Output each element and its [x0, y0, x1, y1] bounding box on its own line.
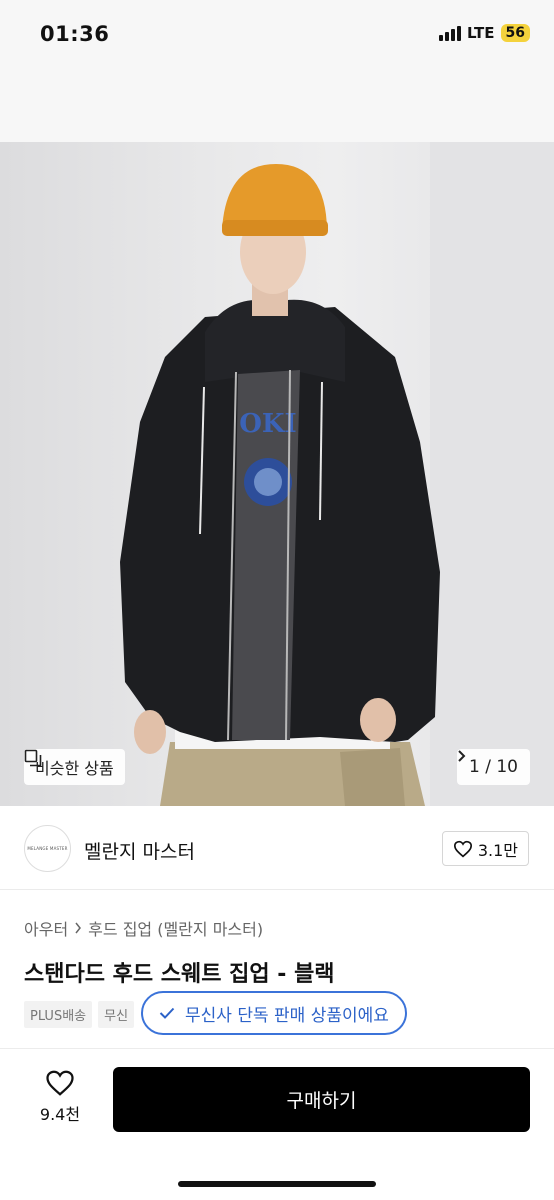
- status-indicators: LTE 56: [438, 24, 530, 42]
- similar-products-label: 비슷한 상품: [35, 759, 114, 778]
- brand-logo-text: MELANGE MASTER: [27, 846, 68, 851]
- breadcrumb-subcategory[interactable]: 후드 집업 (멜란지 마스터): [88, 916, 263, 940]
- product-image-carousel[interactable]: OKI 비슷한 상품 1 / 10: [0, 142, 554, 806]
- similar-products-button[interactable]: 비슷한 상품: [24, 749, 125, 785]
- home-indicator: [178, 1181, 376, 1187]
- product-title: 스탠다드 후드 스웨트 집업 - 블랙: [24, 962, 335, 987]
- status-bar: 01:36 LTE 56: [0, 0, 554, 70]
- buy-button[interactable]: 구매하기: [113, 1067, 530, 1132]
- check-icon: [159, 1007, 175, 1019]
- wishlist-count: 9.4천: [39, 1105, 81, 1124]
- page-indicator-text: 1 / 10: [469, 757, 518, 777]
- breadcrumb-category[interactable]: 아우터: [24, 916, 68, 940]
- shirt-print-text: OKI: [239, 409, 296, 439]
- chevron-right-icon: [458, 750, 466, 762]
- heart-icon: [453, 840, 472, 857]
- image-page-indicator[interactable]: 1 / 10: [457, 749, 530, 785]
- chevron-right-icon: [75, 922, 82, 934]
- network-type: LTE: [466, 24, 495, 42]
- header-area: [0, 70, 554, 142]
- tag-musinsa: 무신: [98, 1001, 135, 1028]
- product-photo: OKI: [120, 142, 554, 806]
- tag-plus-delivery: PLUS배송: [24, 1001, 93, 1028]
- brand-like-button[interactable]: 3.1만: [441, 831, 529, 866]
- brand-logo[interactable]: MELANGE MASTER: [24, 825, 71, 872]
- brand-name[interactable]: 멜란지 마스터: [84, 837, 195, 864]
- exclusive-label: 무신사 단독 판매 상품이에요: [185, 1005, 389, 1026]
- copy-icon: [24, 749, 42, 767]
- wishlist-button[interactable]: 9.4천: [30, 1069, 90, 1125]
- brand-like-count: 3.1만: [477, 840, 518, 860]
- exclusive-badge: 무신사 단독 판매 상품이에요: [141, 991, 407, 1035]
- bottom-action-bar: 9.4천 구매하기: [0, 1048, 554, 1200]
- battery-level: 56: [500, 24, 530, 42]
- signal-icon: [438, 25, 461, 41]
- status-time: 01:36: [40, 22, 110, 46]
- breadcrumb: 아우터 후드 집업 (멜란지 마스터): [24, 916, 263, 940]
- brand-row[interactable]: MELANGE MASTER 멜란지 마스터 3.1만: [0, 806, 554, 890]
- product-tags: PLUS배송 무신: [24, 1001, 135, 1028]
- heart-icon: [46, 1070, 74, 1096]
